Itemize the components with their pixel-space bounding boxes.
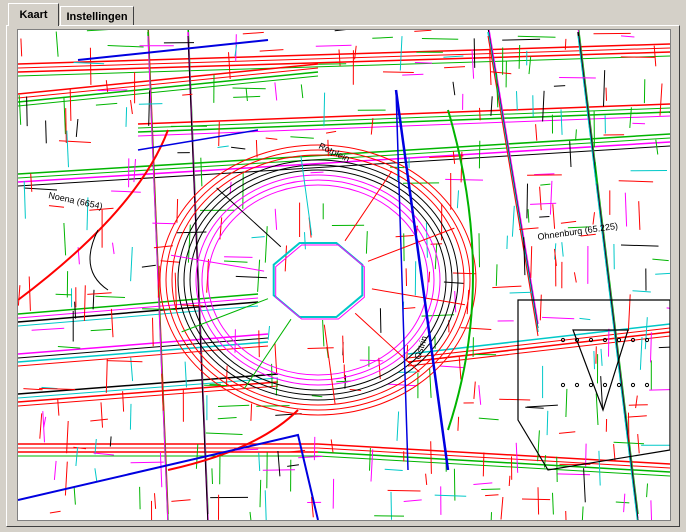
tab-kaart[interactable]: Kaart [8, 3, 59, 26]
map-view[interactable]: Rotplein Noena (6654) Ohnenburg (65.225)… [17, 29, 671, 521]
map-label-ohnenburg: Ohnenburg (65.225) [537, 221, 619, 242]
tab-kaart-label: Kaart [19, 9, 48, 21]
tab-panel: Rotplein Noena (6654) Ohnenburg (65.225)… [6, 25, 680, 527]
map-canvas[interactable]: Rotplein Noena (6654) Ohnenburg (65.225)… [18, 30, 670, 520]
map-label-noena: Noena (6654) [48, 190, 104, 211]
map-linework [18, 30, 670, 520]
tab-instellingen[interactable]: Instellingen [60, 6, 134, 26]
tab-instellingen-label: Instellingen [66, 10, 128, 23]
tab-strip: Kaart Instellingen [0, 0, 686, 26]
